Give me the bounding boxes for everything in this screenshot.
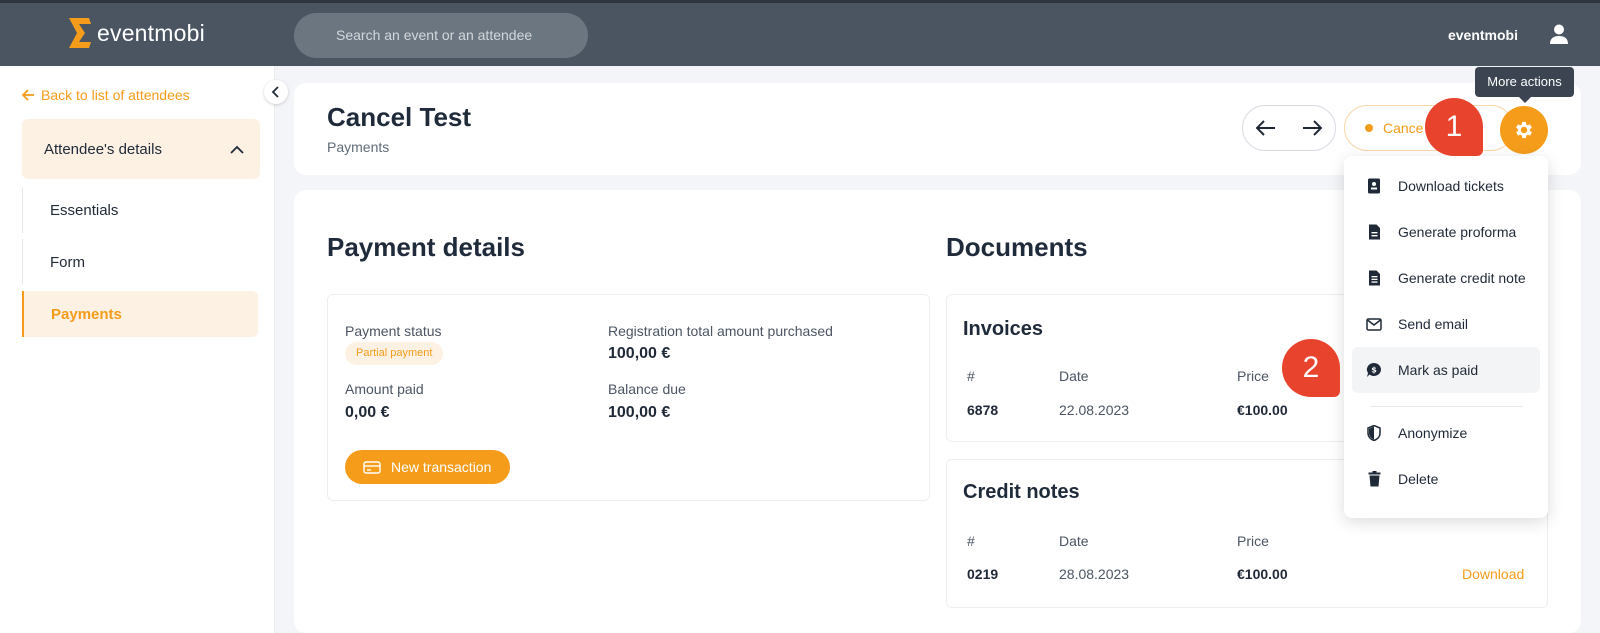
page-title: Cancel Test	[327, 102, 472, 132]
arrow-left-icon	[22, 89, 34, 101]
sidebar-item-payments[interactable]: Payments	[22, 291, 258, 337]
menu-item-label: Generate credit note	[1398, 270, 1526, 286]
amount-paid-value: 0,00 €	[345, 404, 390, 421]
invoice-number: 6878	[967, 402, 999, 418]
invoices-title: Invoices	[963, 318, 1044, 340]
gear-icon	[1516, 121, 1532, 139]
column-header-date: Date	[1059, 368, 1089, 384]
section-title: Attendee's details	[44, 140, 162, 158]
total-amount-label: Registration total amount purchased	[608, 323, 833, 339]
invoice-price: €100.00	[1237, 402, 1288, 418]
shield-icon	[1366, 425, 1382, 441]
trash-icon	[1366, 471, 1382, 487]
payment-status-label: Payment status	[345, 323, 442, 339]
menu-item-label: Delete	[1398, 471, 1439, 487]
credit-note-date: 28.08.2023	[1059, 566, 1130, 582]
document-lines-icon	[1366, 270, 1382, 286]
payment-details-heading: Payment details	[327, 232, 525, 262]
menu-divider	[1370, 406, 1522, 407]
column-header-price: Price	[1237, 533, 1269, 549]
sidebar-item-form[interactable]: Form	[22, 239, 258, 285]
new-transaction-label: New transaction	[391, 459, 492, 475]
arrow-left-icon[interactable]	[1256, 120, 1276, 136]
menu-item-send-email[interactable]: Send email	[1352, 301, 1540, 347]
arrow-right-icon[interactable]	[1302, 120, 1322, 136]
step-callout-1: 1	[1425, 98, 1483, 156]
status-label: Cance	[1383, 120, 1424, 136]
menu-item-generate-credit-note[interactable]: Generate credit note	[1352, 255, 1540, 301]
logo-icon	[69, 18, 91, 48]
balance-due-label: Balance due	[608, 381, 686, 397]
logo[interactable]: eventmobi	[67, 16, 205, 50]
menu-item-generate-proforma[interactable]: Generate proforma	[1352, 209, 1540, 255]
logo-text: eventmobi	[97, 19, 205, 46]
payment-status-badge: Partial payment	[345, 342, 444, 365]
menu-item-label: Download tickets	[1398, 178, 1504, 194]
page-subtitle: Payments	[327, 139, 390, 155]
step-callout-2: 2	[1282, 339, 1340, 397]
attendee-details-section[interactable]: Attendee's details	[22, 119, 260, 179]
status-dot	[1365, 124, 1373, 132]
credit-notes-title: Credit notes	[963, 481, 1080, 503]
column-header-price: Price	[1237, 368, 1269, 384]
menu-item-delete[interactable]: Delete	[1352, 456, 1540, 502]
callout-number: 1	[1445, 110, 1463, 143]
menu-item-label: Anonymize	[1398, 425, 1468, 441]
credit-note-download-link[interactable]: Download	[1462, 566, 1524, 582]
chevron-up-icon	[230, 145, 244, 154]
back-to-attendees-link[interactable]: Back to list of attendees	[22, 87, 190, 103]
svg-text:$: $	[1371, 366, 1377, 375]
more-actions-tooltip: More actions	[1475, 67, 1574, 103]
search-input[interactable]: Search an event or an attendee	[294, 13, 588, 58]
invoice-date: 22.08.2023	[1059, 402, 1130, 418]
column-header-date: Date	[1059, 533, 1089, 549]
balance-due-value: 100,00 €	[608, 404, 671, 421]
more-actions-button[interactable]	[1500, 106, 1548, 154]
user-name[interactable]: eventmobi	[1448, 27, 1518, 43]
column-header-number: #	[967, 368, 975, 384]
total-amount-value: 100,00 €	[608, 345, 671, 362]
envelope-icon	[1366, 316, 1382, 332]
ticket-icon	[1366, 178, 1382, 194]
back-link-label: Back to list of attendees	[41, 87, 190, 103]
documents-heading: Documents	[946, 232, 1088, 262]
credit-card-icon	[363, 460, 381, 474]
amount-paid-label: Amount paid	[345, 381, 424, 397]
sidebar-item-label: Essentials	[50, 201, 119, 219]
column-header-number: #	[967, 533, 975, 549]
sidebar-item-label: Payments	[51, 305, 122, 323]
money-bubble-icon: $	[1366, 362, 1382, 378]
menu-item-label: Mark as paid	[1398, 362, 1479, 378]
new-transaction-button[interactable]: New transaction	[345, 450, 510, 484]
credit-note-price: €100.00	[1237, 566, 1288, 582]
menu-item-label: Generate proforma	[1398, 224, 1517, 240]
sidebar-item-essentials[interactable]: Essentials	[22, 187, 258, 233]
user-icon[interactable]	[1548, 23, 1570, 45]
menu-item-download-tickets[interactable]: Download tickets	[1352, 163, 1540, 209]
document-icon	[1366, 224, 1382, 240]
menu-item-mark-as-paid[interactable]: $ Mark as paid	[1352, 347, 1540, 393]
menu-item-anonymize[interactable]: Anonymize	[1352, 410, 1540, 456]
prev-next-navigation	[1242, 105, 1336, 151]
callout-number: 2	[1302, 351, 1320, 384]
top-bar: eventmobi Search an event or an attendee…	[0, 0, 1600, 66]
sidebar-item-label: Form	[50, 253, 85, 271]
more-actions-menu: Download tickets Generate proforma Gener…	[1344, 156, 1548, 518]
menu-item-label: Send email	[1398, 316, 1469, 332]
credit-note-number: 0219	[967, 566, 999, 582]
chevron-left-icon	[271, 86, 279, 98]
collapse-sidebar-button[interactable]	[264, 80, 288, 104]
